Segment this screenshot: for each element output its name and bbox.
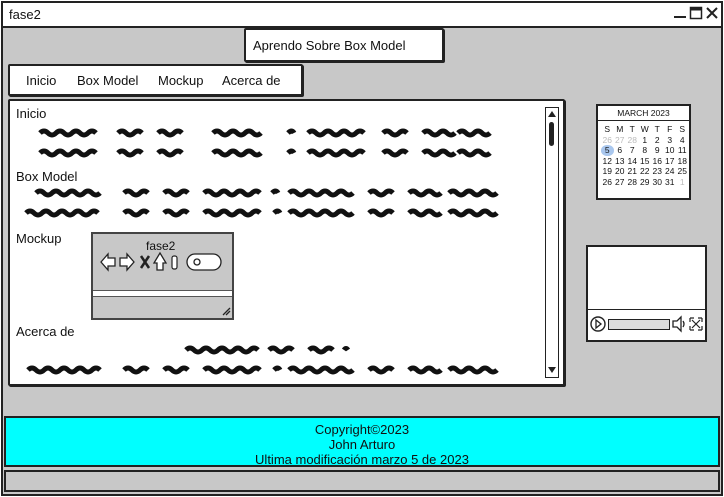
calendar-week-row: 12 13 14 15 16 17 18	[601, 156, 689, 167]
title-bar: fase2	[3, 3, 721, 28]
separator-icon	[171, 255, 178, 270]
calendar-weekday: S	[679, 124, 686, 134]
back-icon	[100, 252, 116, 272]
progress-bar[interactable]	[608, 319, 670, 330]
address-bar-icon	[186, 253, 222, 271]
window-title: fase2	[9, 7, 41, 22]
calendar-day[interactable]: 23	[651, 166, 664, 177]
calendar-weekday: M	[616, 124, 624, 134]
scroll-down-icon[interactable]	[546, 364, 558, 376]
calendar-day[interactable]: 22	[639, 166, 652, 177]
calendar-day[interactable]: 3	[664, 135, 677, 146]
calendar-day[interactable]: 14	[626, 156, 639, 167]
nav-item-mockup[interactable]: Mockup	[158, 73, 204, 88]
calendar-week-row: 26 27 28 29 30 31 1	[601, 177, 689, 188]
calendar-day[interactable]: 21	[626, 166, 639, 177]
calendar-week-row: 26 27 28 1 2 3 4	[601, 135, 689, 146]
calendar-day[interactable]: 20	[614, 166, 627, 177]
forward-icon	[119, 252, 135, 272]
calendar-day[interactable]: 17	[664, 156, 677, 167]
footer-copyright: Copyright©2023	[314, 422, 410, 437]
status-bar	[4, 470, 720, 492]
mockup-statusbar	[93, 290, 232, 297]
calendar-week-row: 5 6 7 8 9 10 11	[601, 145, 689, 156]
calendar-day[interactable]: 15	[639, 156, 652, 167]
calendar-weekday: S	[604, 124, 611, 134]
volume-icon[interactable]	[671, 313, 687, 335]
calendar-day[interactable]: 27	[614, 135, 627, 146]
calendar-month: MARCH 2023	[598, 106, 689, 121]
stop-icon	[139, 255, 151, 269]
calendar-day[interactable]: 1	[676, 177, 689, 188]
close-icon[interactable]	[705, 6, 719, 20]
calendar-weekday-row: SMTWTFS	[601, 124, 689, 135]
calendar-weekday: T	[654, 124, 660, 134]
calendar-grid[interactable]: S M T W T F S 26 27 28 1 2 3 4 5 6 7 8 9 10 11 12 13 14 15 16 17 18…	[601, 124, 689, 188]
calendar-day[interactable]: 28	[626, 135, 639, 146]
calendar-day[interactable]: 12	[601, 156, 614, 167]
maximize-icon[interactable]	[689, 6, 703, 20]
home-icon	[152, 251, 168, 271]
calendar-day[interactable]: 7	[626, 145, 639, 156]
calendar-day[interactable]: 9	[651, 145, 664, 156]
footer-last-modified: Ultima modificación marzo 5 de 2023	[255, 452, 469, 467]
nav-item-inicio[interactable]: Inicio	[26, 73, 56, 88]
media-player	[586, 245, 707, 342]
calendar-day[interactable]: 29	[639, 177, 652, 188]
calendar-day[interactable]: 24	[664, 166, 677, 177]
play-icon[interactable]	[590, 313, 606, 335]
calendar-day[interactable]: 4	[676, 135, 689, 146]
section-heading-inicio: Inicio	[16, 106, 47, 121]
calendar-week-row: 19 20 21 22 23 24 25	[601, 166, 689, 177]
calendar-day[interactable]: 16	[651, 156, 664, 167]
calendar-day[interactable]: 31	[664, 177, 677, 188]
section-heading-mockup: Mockup	[16, 231, 62, 246]
calendar-day[interactable]: 5	[601, 145, 614, 156]
footer-author: John Arturo	[328, 437, 396, 452]
vertical-scrollbar[interactable]	[545, 107, 559, 378]
calendar-day[interactable]: 28	[626, 177, 639, 188]
fullscreen-icon[interactable]	[688, 313, 704, 335]
content-panel: Inicio Box Model Mockup fase2 Acerca de	[8, 99, 565, 386]
scroll-up-icon[interactable]	[546, 108, 558, 120]
calendar-day[interactable]: 27	[614, 177, 627, 188]
section-heading-box-model: Box Model	[16, 169, 78, 184]
calendar-day[interactable]: 19	[601, 166, 614, 177]
scrollbar-thumb[interactable]	[549, 122, 554, 146]
calendar-day[interactable]: 25	[676, 166, 689, 177]
page-footer: Copyright©2023 John Arturo Ultima modifi…	[4, 416, 720, 467]
resize-grip-icon	[222, 307, 231, 316]
mockup-preview: fase2	[91, 232, 234, 320]
mockup-browser-toolbar	[100, 251, 222, 272]
placeholder-text-scribble	[24, 188, 499, 218]
calendar-day[interactable]: 8	[639, 145, 652, 156]
calendar-day[interactable]: 1	[639, 135, 652, 146]
calendar-weekday: T	[629, 124, 635, 134]
calendar-day[interactable]: 26	[601, 177, 614, 188]
nav-item-acerca-de[interactable]: Acerca de	[222, 73, 281, 88]
page-header: Aprendo Sobre Box Model	[244, 28, 444, 62]
calendar-day[interactable]: 11	[676, 145, 689, 156]
minimize-icon[interactable]	[673, 6, 687, 20]
nav-bar: Inicio Box Model Mockup Acerca de	[8, 64, 303, 96]
calendar-day[interactable]: 13	[614, 156, 627, 167]
calendar-weekday: W	[640, 124, 649, 134]
calendar-day[interactable]: 18	[676, 156, 689, 167]
calendar-day[interactable]: 30	[651, 177, 664, 188]
calendar-day[interactable]: 2	[651, 135, 664, 146]
calendar-day[interactable]: 6	[614, 145, 627, 156]
page-title: Aprendo Sobre Box Model	[253, 38, 406, 53]
section-heading-acerca-de: Acerca de	[16, 324, 75, 339]
calendar-widget[interactable]: MARCH 2023 S M T W T F S 26 27 28 1 2 3 4 5 6 7 8 9 10 11 12 1…	[596, 104, 691, 200]
calendar-day[interactable]: 10	[664, 145, 677, 156]
nav-item-box-model[interactable]: Box Model	[77, 73, 138, 88]
calendar-weekday: F	[667, 124, 673, 134]
placeholder-text-scribble	[26, 345, 499, 375]
calendar-day[interactable]: 26	[601, 135, 614, 146]
placeholder-text-scribble	[38, 128, 492, 158]
